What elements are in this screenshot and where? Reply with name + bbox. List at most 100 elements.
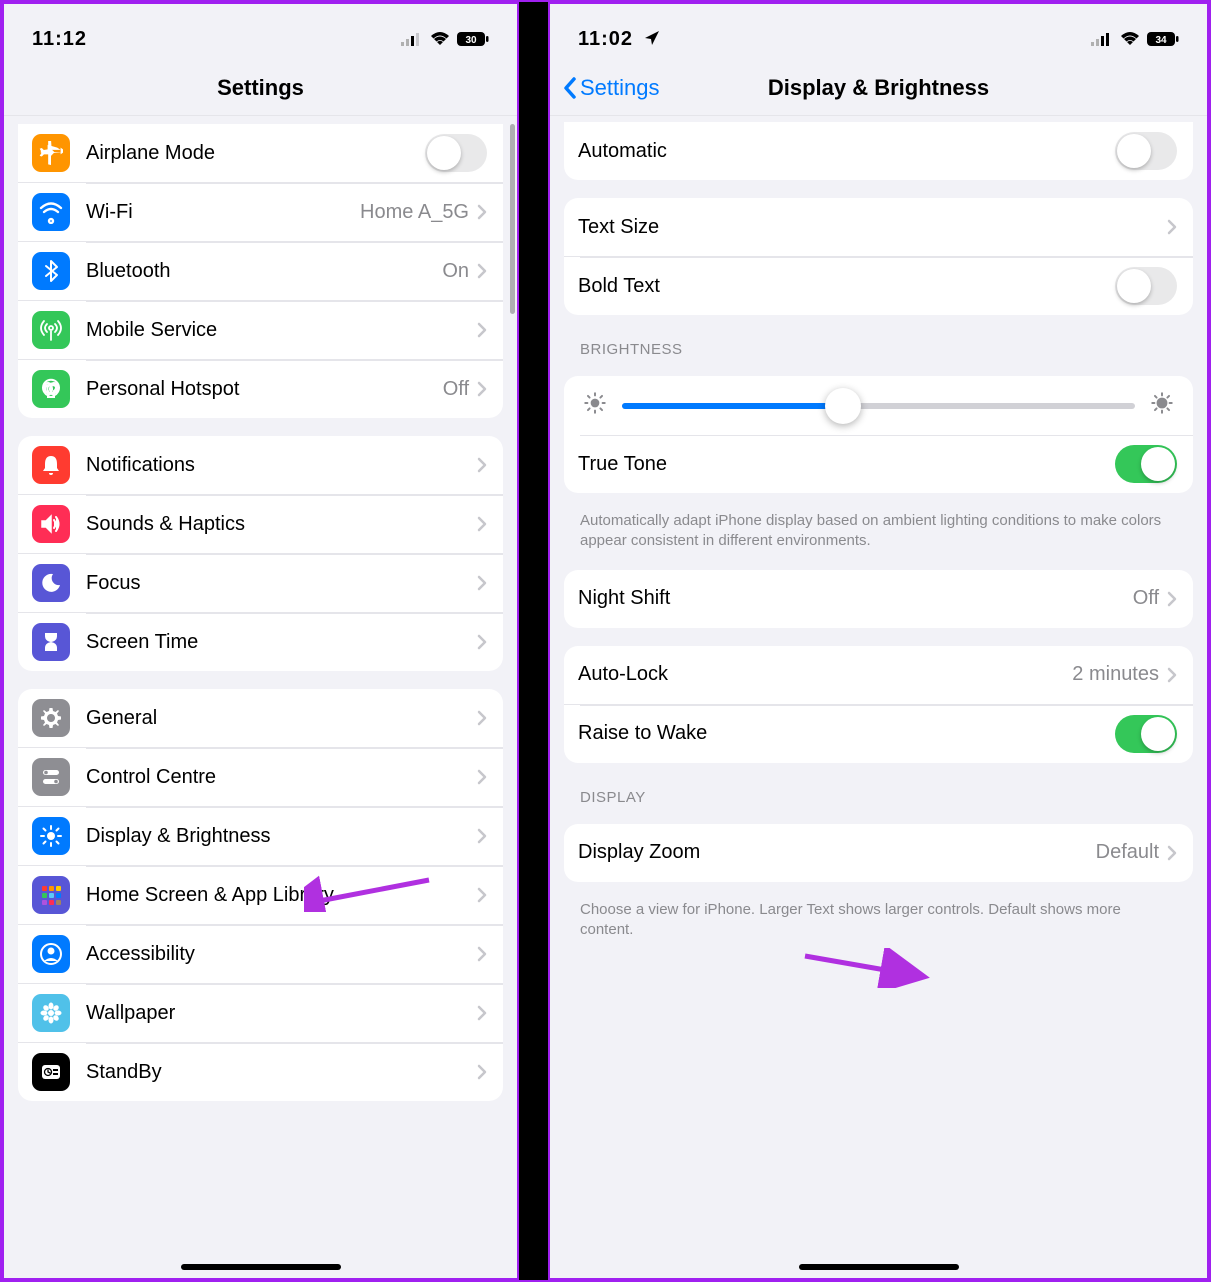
chevron-right-icon — [477, 634, 487, 650]
wifi-icon — [1119, 31, 1141, 47]
row-value: Off — [443, 378, 469, 401]
status-time: 11:02 — [578, 28, 660, 51]
settings-row-display-brightness[interactable]: Display & Brightness — [18, 806, 503, 865]
settings-group: True Tone — [564, 376, 1193, 493]
signal-icon — [401, 32, 423, 46]
switches-icon — [32, 758, 70, 796]
settings-row-text-size[interactable]: Text Size — [564, 198, 1193, 256]
location-icon — [644, 30, 660, 46]
grid-icon — [32, 876, 70, 914]
chevron-right-icon — [477, 204, 487, 220]
row-label: Control Centre — [86, 766, 477, 789]
row-value: Home A_5G — [360, 201, 469, 224]
chevron-right-icon — [477, 1005, 487, 1021]
brightness-slider[interactable] — [564, 376, 1193, 435]
row-label: Sounds & Haptics — [86, 513, 477, 536]
row-label: Display & Brightness — [86, 825, 477, 848]
row-label: Night Shift — [578, 587, 1133, 610]
status-time: 11:12 — [32, 28, 87, 51]
home-indicator[interactable] — [799, 1264, 959, 1270]
bluetooth-icon — [32, 252, 70, 290]
annotation-arrow — [800, 948, 930, 993]
settings-row-mobile-service[interactable]: Mobile Service — [18, 300, 503, 359]
settings-row-wi-fi[interactable]: Wi-FiHome A_5G — [18, 182, 503, 241]
toggle-switch[interactable] — [425, 134, 487, 172]
settings-row-sounds-haptics[interactable]: Sounds & Haptics — [18, 494, 503, 553]
status-icons: 30 — [401, 31, 489, 47]
settings-row-wallpaper[interactable]: Wallpaper — [18, 983, 503, 1042]
toggle-switch[interactable] — [1115, 445, 1177, 483]
airplane-icon — [32, 134, 70, 172]
row-value: Default — [1096, 841, 1159, 864]
settings-row-display-zoom[interactable]: Display ZoomDefault — [564, 824, 1193, 882]
chevron-right-icon — [477, 887, 487, 903]
display-brightness-list[interactable]: Automatic Text SizeBold Text BRIGHTNESS Tru… — [550, 116, 1207, 1278]
settings-row-screen-time[interactable]: Screen Time — [18, 612, 503, 671]
chevron-right-icon — [477, 322, 487, 338]
wifi-icon — [429, 31, 451, 47]
settings-row-airplane-mode[interactable]: Airplane Mode — [18, 124, 503, 182]
flower-icon — [32, 994, 70, 1032]
chevron-right-icon — [1167, 845, 1177, 861]
settings-row-bluetooth[interactable]: BluetoothOn — [18, 241, 503, 300]
row-label: StandBy — [86, 1061, 477, 1084]
settings-row-night-shift[interactable]: Night ShiftOff — [564, 570, 1193, 628]
settings-group: Airplane Mode Wi-FiHome A_5GBluetoothOnMo… — [18, 124, 503, 418]
settings-row-standby[interactable]: StandBy — [18, 1042, 503, 1101]
toggle-switch[interactable] — [1115, 132, 1177, 170]
row-label: True Tone — [578, 453, 1115, 476]
back-button[interactable]: Settings — [562, 75, 660, 101]
settings-group: General Control Centre Display & Brightnes… — [18, 689, 503, 1101]
settings-row-automatic[interactable]: Automatic — [564, 122, 1193, 180]
settings-row-raise-to-wake[interactable]: Raise to Wake — [564, 704, 1193, 763]
settings-row-true-tone[interactable]: True Tone — [564, 435, 1193, 493]
row-label: Focus — [86, 572, 477, 595]
settings-row-home-screen-app-library[interactable]: Home Screen & App Library — [18, 865, 503, 924]
settings-list[interactable]: Airplane Mode Wi-FiHome A_5GBluetoothOnMo… — [4, 116, 517, 1278]
chevron-right-icon — [477, 457, 487, 473]
row-label: Raise to Wake — [578, 722, 1115, 745]
status-icons: 34 — [1091, 31, 1179, 47]
hotspot-icon — [32, 370, 70, 408]
signal-icon — [1091, 32, 1113, 46]
row-label: Display Zoom — [578, 841, 1096, 864]
settings-group: Night ShiftOff — [564, 570, 1193, 628]
row-label: Screen Time — [86, 631, 477, 654]
section-header: BRIGHTNESS — [580, 341, 1177, 358]
settings-row-personal-hotspot[interactable]: Personal HotspotOff — [18, 359, 503, 418]
nav-bar: Settings Display & Brightness — [550, 60, 1207, 116]
settings-row-accessibility[interactable]: Accessibility — [18, 924, 503, 983]
svg-text:34: 34 — [1155, 35, 1167, 46]
section-header: DISPLAY — [580, 789, 1177, 806]
chevron-right-icon — [477, 381, 487, 397]
scrollbar-indicator — [510, 124, 515, 314]
row-label: Airplane Mode — [86, 142, 425, 165]
chevron-right-icon — [1167, 219, 1177, 235]
settings-row-notifications[interactable]: Notifications — [18, 436, 503, 494]
settings-group: Notifications Sounds & Haptics Focus Screen… — [18, 436, 503, 671]
chevron-right-icon — [477, 828, 487, 844]
toggle-switch[interactable] — [1115, 267, 1177, 305]
page-title: Settings — [217, 75, 304, 101]
row-label: General — [86, 707, 477, 730]
home-indicator[interactable] — [181, 1264, 341, 1270]
settings-row-bold-text[interactable]: Bold Text — [564, 256, 1193, 315]
row-label: Notifications — [86, 454, 477, 477]
page-title: Display & Brightness — [768, 75, 989, 101]
settings-row-auto-lock[interactable]: Auto-Lock2 minutes — [564, 646, 1193, 704]
settings-group: Display ZoomDefault — [564, 824, 1193, 882]
settings-row-general[interactable]: General — [18, 689, 503, 747]
battery-icon: 30 — [457, 31, 489, 47]
settings-row-focus[interactable]: Focus — [18, 553, 503, 612]
sun-large-icon — [1149, 390, 1175, 421]
toggle-switch[interactable] — [1115, 715, 1177, 753]
sun-icon — [32, 817, 70, 855]
row-label: Bluetooth — [86, 260, 442, 283]
speaker-icon — [32, 505, 70, 543]
section-footer: Choose a view for iPhone. Larger Text sh… — [580, 900, 1177, 941]
chevron-right-icon — [477, 1064, 487, 1080]
settings-row-control-centre[interactable]: Control Centre — [18, 747, 503, 806]
chevron-right-icon — [477, 516, 487, 532]
screenshot-divider — [519, 2, 548, 1280]
status-bar: 11:12 30 — [4, 4, 517, 60]
